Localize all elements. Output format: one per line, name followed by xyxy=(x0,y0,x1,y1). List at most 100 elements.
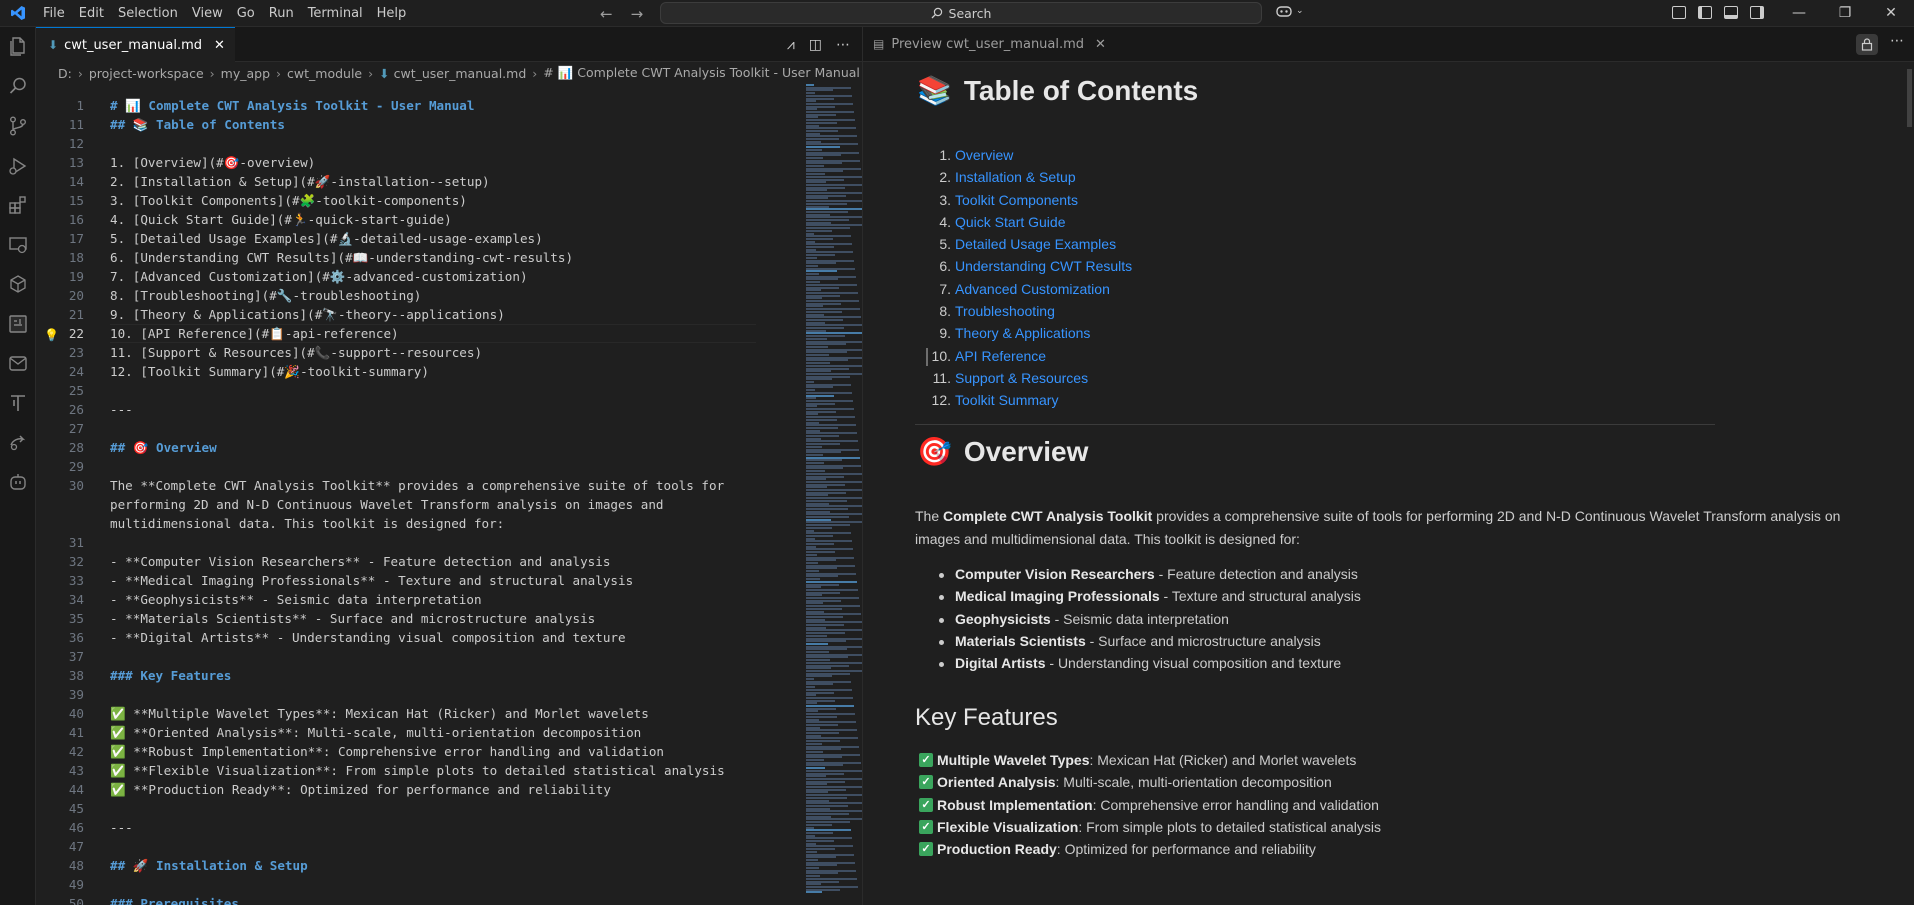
toc-item[interactable]: 2. Installation & Setup xyxy=(939,169,1132,191)
extensions-icon[interactable] xyxy=(7,194,29,216)
tab-preview[interactable]: ▤ Preview cwt_user_manual.md ✕ xyxy=(863,27,1116,62)
code-line[interactable]: 24 12. [Toolkit Summary](#🎉-toolkit-summa… xyxy=(36,362,756,381)
menu-view[interactable]: View xyxy=(185,0,230,27)
code-line[interactable]: performing 2D and N-D Continuous Wavelet… xyxy=(36,495,756,514)
toc-link[interactable]: Toolkit Summary xyxy=(955,392,1058,408)
code-line[interactable]: 14 2. [Installation & Setup](#🚀-installat… xyxy=(36,172,756,191)
restore-button[interactable]: ❐ xyxy=(1822,0,1868,27)
code-line[interactable]: 12 xyxy=(36,134,756,153)
code-line[interactable]: multidimensional data. This toolkit is d… xyxy=(36,514,756,533)
customize-layout-icon[interactable] xyxy=(1672,6,1686,19)
remote-explorer-icon[interactable] xyxy=(7,234,29,256)
code-line[interactable]: 13 1. [Overview](#🎯-overview) xyxy=(36,153,756,172)
search-icon[interactable] xyxy=(7,75,29,97)
code-line[interactable]: 1 # 📊 Complete CWT Analysis Toolkit - Use… xyxy=(36,96,756,115)
toc-item[interactable]: 8. Troubleshooting xyxy=(939,303,1132,325)
toc-link[interactable]: Advanced Customization xyxy=(955,281,1110,297)
open-changes-icon[interactable]: ⩘ xyxy=(787,37,795,53)
code-line[interactable]: 29 xyxy=(36,457,756,476)
menu-terminal[interactable]: Terminal xyxy=(301,0,370,27)
menu-edit[interactable]: Edit xyxy=(72,0,111,27)
lock-preview-button[interactable] xyxy=(1856,34,1878,55)
toc-link[interactable]: Troubleshooting xyxy=(955,303,1055,319)
toggle-primary-sidebar-icon[interactable] xyxy=(1698,6,1712,19)
toc-link[interactable]: Detailed Usage Examples xyxy=(955,236,1116,252)
toc-item[interactable]: 5. Detailed Usage Examples xyxy=(939,236,1132,258)
copilot-chat-icon[interactable] xyxy=(7,471,29,493)
toc-link[interactable]: Theory & Applications xyxy=(955,325,1090,341)
toc-item[interactable]: 7. Advanced Customization xyxy=(939,281,1132,303)
toc-link[interactable]: Installation & Setup xyxy=(955,169,1076,185)
mail-extension-icon[interactable] xyxy=(7,352,29,374)
toc-item[interactable]: 1. Overview xyxy=(939,147,1132,169)
code-line[interactable]: 36 - **Digital Artists** - Understanding … xyxy=(36,628,756,647)
code-line[interactable]: 40 ✅ **Multiple Wavelet Types**: Mexican … xyxy=(36,704,756,723)
code-line[interactable]: 21 9. [Theory & Applications](#🔭-theory--… xyxy=(36,305,756,324)
toc-item[interactable]: 10. API Reference xyxy=(932,348,1132,370)
containers-icon[interactable] xyxy=(7,273,29,295)
code-line[interactable]: 30 The **Complete CWT Analysis Toolkit** … xyxy=(36,476,756,495)
more-actions-icon[interactable]: ⋯ xyxy=(836,37,850,53)
code-line[interactable]: 50 ### Prerequisites xyxy=(36,894,756,905)
code-line[interactable]: 20 8. [Troubleshooting](#🔧-troubleshootin… xyxy=(36,286,756,305)
vscode-logo-icon[interactable] xyxy=(0,0,36,27)
code-line[interactable]: 32 - **Computer Vision Researchers** - Fe… xyxy=(36,552,756,571)
copilot-menu[interactable]: ⌄ xyxy=(1275,4,1304,18)
code-line[interactable]: 15 3. [Toolkit Components](#🧩-toolkit-com… xyxy=(36,191,756,210)
code-line[interactable]: 39 xyxy=(36,685,756,704)
preview-scrollbar[interactable] xyxy=(1907,69,1912,127)
toc-link[interactable]: Overview xyxy=(955,147,1013,163)
back-arrow-icon[interactable]: ← xyxy=(600,5,613,23)
code-line[interactable]: 16 4. [Quick Start Guide](#🏃-quick-start-… xyxy=(36,210,756,229)
code-line[interactable]: 35 - **Materials Scientists** - Surface a… xyxy=(36,609,756,628)
menu-file[interactable]: File xyxy=(36,0,72,27)
close-icon[interactable]: ✕ xyxy=(1095,37,1106,52)
toc-item[interactable]: 4. Quick Start Guide xyxy=(939,214,1132,236)
more-actions-icon[interactable]: ⋯ xyxy=(1890,33,1904,49)
source-control-icon[interactable] xyxy=(7,115,29,137)
code-line[interactable]: 26 --- xyxy=(36,400,756,419)
close-window-button[interactable]: ✕ xyxy=(1868,0,1914,27)
code-line[interactable]: 19 7. [Advanced Customization](#⚙️-advanc… xyxy=(36,267,756,286)
toggle-panel-icon[interactable] xyxy=(1724,6,1738,19)
code-line[interactable]: 43 ✅ **Flexible Visualization**: From sim… xyxy=(36,761,756,780)
toc-item[interactable]: 9. Theory & Applications xyxy=(939,325,1132,347)
tab-cwt-user-manual[interactable]: ⬇ cwt_user_manual.md ✕ xyxy=(36,27,235,62)
explorer-icon[interactable] xyxy=(7,35,29,57)
code-line[interactable]: 31 xyxy=(36,533,756,552)
toc-link[interactable]: Understanding CWT Results xyxy=(955,258,1132,274)
code-line[interactable]: 49 xyxy=(36,875,756,894)
code-editor[interactable]: 1 # 📊 Complete CWT Analysis Toolkit - Use… xyxy=(36,84,836,905)
toc-item[interactable]: 11. Support & Resources xyxy=(933,370,1132,392)
split-editor-icon[interactable]: ◫ xyxy=(809,37,822,53)
testing-icon[interactable] xyxy=(7,313,29,335)
code-line[interactable]: 27 xyxy=(36,419,756,438)
toc-item[interactable]: 6. Understanding CWT Results xyxy=(939,258,1132,280)
breadcrumb-my-app[interactable]: my_app xyxy=(221,66,270,81)
code-line[interactable]: 22 10. [API Reference](#📋-api-reference) 💡 xyxy=(36,324,756,343)
code-line[interactable]: 34 - **Geophysicists** - Seismic data int… xyxy=(36,590,756,609)
code-line[interactable]: 41 ✅ **Oriented Analysis**: Multi-scale, … xyxy=(36,723,756,742)
breadcrumb-file[interactable]: cwt_user_manual.md xyxy=(394,66,527,81)
breadcrumb-drive[interactable]: D: xyxy=(58,66,72,81)
code-line[interactable]: 44 ✅ **Production Ready**: Optimized for … xyxy=(36,780,756,799)
code-line[interactable]: 18 6. [Understanding CWT Results](#📖-unde… xyxy=(36,248,756,267)
menu-run[interactable]: Run xyxy=(262,0,301,27)
forward-arrow-icon[interactable]: → xyxy=(631,5,644,23)
toc-item[interactable]: 3. Toolkit Components xyxy=(939,192,1132,214)
code-line[interactable]: 47 xyxy=(36,837,756,856)
code-line[interactable]: 48 ## 🚀 Installation & Setup xyxy=(36,856,756,875)
toc-link[interactable]: Toolkit Components xyxy=(955,192,1078,208)
toggle-secondary-sidebar-icon[interactable] xyxy=(1750,6,1764,19)
breadcrumb-workspace[interactable]: project-workspace xyxy=(89,66,204,81)
code-line[interactable]: 17 5. [Detailed Usage Examples](#🔬-detail… xyxy=(36,229,756,248)
code-line[interactable]: 46 --- xyxy=(36,818,756,837)
code-line[interactable]: 23 11. [Support & Resources](#📞-support--… xyxy=(36,343,756,362)
lightbulb-icon[interactable]: 💡 xyxy=(44,326,59,342)
code-line[interactable]: 45 xyxy=(36,799,756,818)
toc-link[interactable]: Support & Resources xyxy=(955,370,1088,386)
breadcrumb-cwt-module[interactable]: cwt_module xyxy=(287,66,362,81)
code-line[interactable]: 37 xyxy=(36,647,756,666)
menu-selection[interactable]: Selection xyxy=(111,0,185,27)
test-tube-icon[interactable] xyxy=(7,392,29,414)
